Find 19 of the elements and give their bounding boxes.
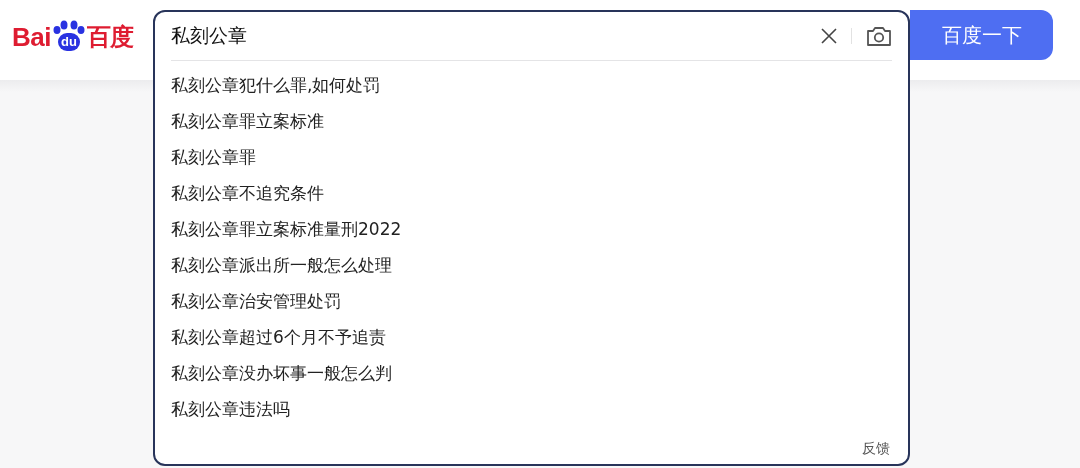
suggestion-item[interactable]: 私刻公章没办坏事一般怎么判 [171,355,892,391]
suggestion-item[interactable]: 私刻公章派出所一般怎么处理 [171,247,892,283]
suggestion-item[interactable]: 私刻公章不追究条件 [171,175,892,211]
suggestion-item[interactable]: 私刻公章罪立案标准量刑2022 [171,211,892,247]
suggestion-item[interactable]: 私刻公章罪立案标准 [171,103,892,139]
search-button[interactable]: 百度一下 [910,10,1053,60]
suggestion-item[interactable]: 私刻公章犯什么罪,如何处罚 [171,67,892,103]
search-field[interactable]: 私刻公章 [171,25,821,47]
camera-icon[interactable] [866,25,892,47]
close-icon[interactable] [821,28,837,44]
suggestion-item[interactable]: 私刻公章治安管理处罚 [171,283,892,319]
paw-icon [51,20,86,34]
suggestion-item[interactable]: 私刻公章超过6个月不予追责 [171,319,892,355]
logo-text: 百度 [86,22,134,52]
suggestion-item[interactable]: 私刻公章罪 [171,139,892,175]
logo-mark: du [57,33,80,51]
suggestion-item[interactable]: 私刻公章违法吗 [171,391,892,427]
logo-text: Bai [12,21,51,53]
feedback-link[interactable]: 反馈 [862,440,890,458]
